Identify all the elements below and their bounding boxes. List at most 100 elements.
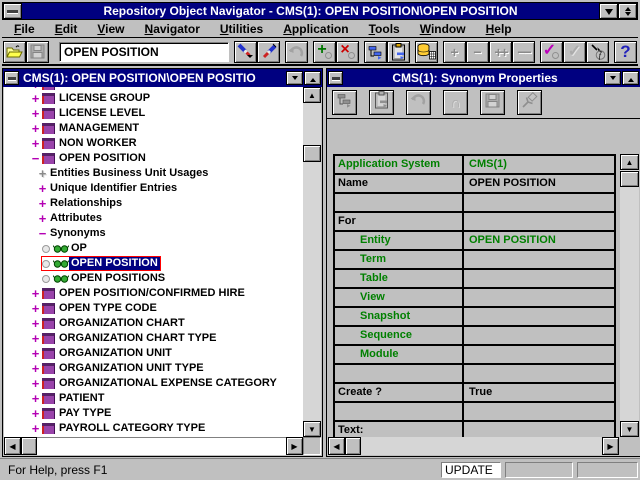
properties-system-menu-button[interactable] (328, 71, 343, 85)
tree-item[interactable]: OP (4, 241, 303, 256)
expand-plus-icon[interactable]: + (30, 362, 41, 375)
menu-utilities[interactable]: Utilities (210, 21, 273, 37)
tree-item[interactable]: +Relationships (4, 196, 303, 211)
expand-plus-icon[interactable]: + (30, 302, 41, 315)
scroll-down-arrow[interactable]: ▼ (303, 421, 321, 437)
expand-plus-icon[interactable]: + (30, 92, 41, 105)
scroll-down-arrow[interactable]: ▼ (620, 421, 639, 437)
tree-item[interactable]: +ORGANIZATION UNIT (4, 346, 303, 361)
expand-plus-icon[interactable]: + (30, 332, 41, 345)
menu-window[interactable]: Window (410, 21, 476, 37)
tree-item[interactable]: +LICENSE LEVEL (4, 106, 303, 121)
property-value[interactable] (464, 308, 614, 325)
expand-plus-icon[interactable]: + (30, 317, 41, 330)
copy-object-button[interactable] (364, 41, 387, 63)
tree-item[interactable]: +OPEN POSITION/CONFIRMED HIRE (4, 286, 303, 301)
property-value[interactable] (464, 251, 614, 268)
broadcast-button[interactable] (234, 41, 257, 63)
expand-plus-icon[interactable]: + (30, 422, 41, 435)
tree-item[interactable]: +PAYROLL CATEGORY TYPE (4, 421, 303, 436)
property-value[interactable]: CMS(1) (464, 156, 614, 173)
properties-minimize-button[interactable] (604, 71, 621, 85)
navigator-minimize-button[interactable] (286, 71, 303, 85)
expand-plus-icon[interactable]: + (37, 212, 48, 225)
grid-vertical-scrollbar[interactable]: ▲ ▼ (620, 154, 639, 437)
expand-plus-icon[interactable]: + (30, 107, 41, 120)
tree-item[interactable]: −Synonyms (4, 226, 303, 241)
grid-horizontal-scrollbar[interactable]: ◀ ▶ (328, 437, 619, 455)
tree-item[interactable]: +ORGANIZATION UNIT TYPE (4, 361, 303, 376)
expand-plus-icon[interactable]: + (30, 122, 41, 135)
property-value[interactable]: True (464, 384, 614, 401)
tree-item[interactable]: +ORGANIZATION CHART TYPE (4, 331, 303, 346)
expand-plus-icon[interactable]: + (30, 392, 41, 405)
menu-edit[interactable]: Edit (45, 21, 88, 37)
tree-horizontal-scrollbar[interactable]: ◀ ▶ (4, 437, 321, 455)
tree-item[interactable]: +ORGANIZATION CHART (4, 316, 303, 331)
delete-object-button[interactable]: × (336, 41, 359, 63)
menu-view[interactable]: View (87, 21, 134, 37)
paint-button[interactable] (257, 41, 280, 63)
property-value[interactable] (464, 365, 614, 382)
update-from-clipboard-button[interactable] (387, 41, 410, 63)
tree-item[interactable]: −OPEN POSITION (4, 151, 303, 166)
tree-item[interactable]: +OPEN TYPE CODE (4, 301, 303, 316)
scroll-right-arrow[interactable]: ▶ (286, 437, 303, 455)
scroll-left-arrow[interactable]: ◀ (328, 437, 345, 455)
help-button[interactable]: ? (614, 41, 637, 63)
tree-vscroll-thumb[interactable] (303, 145, 321, 162)
collapse-button[interactable]: − (466, 41, 489, 63)
navigator-system-menu-button[interactable] (4, 71, 19, 85)
scroll-left-arrow[interactable]: ◀ (4, 437, 21, 455)
scroll-up-arrow[interactable]: ▲ (303, 87, 321, 103)
property-value[interactable] (464, 403, 614, 420)
open-button[interactable] (3, 41, 26, 63)
create-object-button[interactable]: + (313, 41, 336, 63)
tree-item[interactable]: +PATIENT (4, 391, 303, 406)
tree-item[interactable]: OPEN POSITION (4, 256, 303, 271)
property-value[interactable] (464, 213, 614, 230)
expand-plus-icon[interactable]: + (37, 197, 48, 210)
system-menu-button[interactable] (3, 3, 22, 19)
property-value[interactable]: OPEN POSITION (464, 175, 614, 192)
tree-item[interactable]: +PAY TYPE (4, 406, 303, 421)
object-name-combo[interactable] (59, 42, 229, 62)
tree-item[interactable]: +Entities Business Unit Usages (4, 166, 303, 181)
property-value[interactable] (464, 289, 614, 306)
tree-hscroll-thumb[interactable] (21, 437, 37, 455)
property-value[interactable] (464, 270, 614, 287)
tree-vertical-scrollbar[interactable]: ▲ ▼ (303, 87, 321, 437)
expand-button[interactable]: + (443, 41, 466, 63)
expand-plus-icon[interactable]: + (30, 407, 41, 420)
expand-plus-icon[interactable]: + (30, 87, 41, 91)
tree-hscroll-track[interactable] (37, 437, 286, 455)
tree-item[interactable]: +Attributes (4, 211, 303, 226)
mark-button[interactable]: ✓ (540, 41, 563, 63)
force-button[interactable]: f (586, 41, 609, 63)
property-value[interactable] (464, 346, 614, 363)
collapse-all-button[interactable]: −− (512, 41, 535, 63)
grid-hscroll-thumb[interactable] (345, 437, 361, 455)
minimize-button[interactable] (599, 3, 618, 19)
menu-file[interactable]: File (4, 21, 45, 37)
collapse-minus-icon[interactable]: − (30, 152, 41, 165)
menu-tools[interactable]: Tools (359, 21, 410, 37)
restore-button[interactable] (618, 3, 637, 19)
property-value[interactable]: OPEN POSITION (464, 232, 614, 249)
collapse-minus-icon[interactable]: − (37, 227, 48, 240)
menu-application[interactable]: Application (273, 21, 358, 37)
expand-plus-icon[interactable]: + (30, 377, 41, 390)
expand-all-button[interactable]: ++ (489, 41, 512, 63)
scroll-right-arrow[interactable]: ▶ (602, 437, 619, 455)
grid-hscroll-track[interactable] (361, 437, 602, 455)
tree-item[interactable]: +ORGANIZATIONAL EXPENSE CATEGORY (4, 376, 303, 391)
navigator-maximize-button[interactable] (304, 71, 321, 85)
expand-plus-icon[interactable]: + (30, 287, 41, 300)
property-value[interactable] (464, 327, 614, 344)
grid-vscroll-thumb[interactable] (620, 171, 639, 187)
properties-maximize-button[interactable] (622, 71, 639, 85)
scroll-up-arrow[interactable]: ▲ (620, 154, 639, 170)
property-value[interactable] (464, 194, 614, 211)
menu-help[interactable]: Help (476, 21, 522, 37)
expand-plus-icon[interactable]: + (30, 347, 41, 360)
